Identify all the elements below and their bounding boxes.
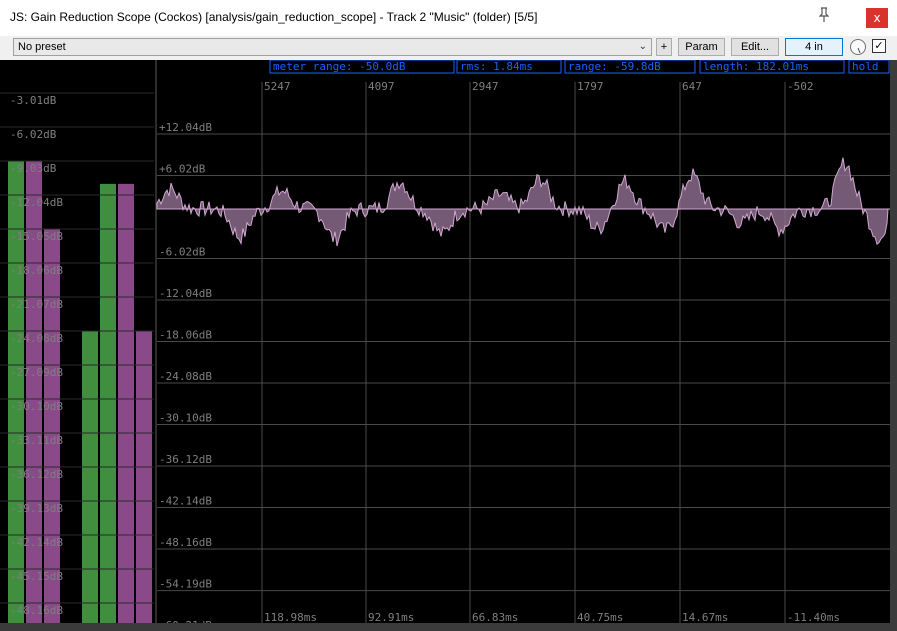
top-tick-label: 5247: [264, 80, 291, 93]
pin-icon[interactable]: [815, 6, 833, 24]
info-length: length: 182.01ms: [703, 60, 809, 73]
bottom-tick-label: 118.98ms: [264, 611, 317, 623]
bottom-tick-label: -11.40ms: [787, 611, 840, 623]
meter-scale-label: -15.05dB: [10, 230, 63, 243]
toolbar: No preset ⌄ + Param Edit... 4 in ✓: [0, 36, 897, 60]
info-meter_range: meter range: -50.0dB: [273, 60, 406, 73]
top-tick-label: 1797: [577, 80, 604, 93]
meter-bar-3: [44, 228, 60, 623]
plot-y-label: -30.10dB: [159, 412, 212, 425]
plot-y-label: +6.02dB: [159, 163, 206, 176]
top-tick-label: 2947: [472, 80, 499, 93]
meter-scale-label: -21.07dB: [10, 298, 63, 311]
meter-scale-label: -30.10dB: [10, 400, 63, 413]
gain-reduction-trace: [156, 157, 889, 247]
meter-scale-label: -36.12dB: [10, 468, 63, 481]
preset-dropdown[interactable]: No preset ⌄: [13, 38, 652, 56]
info-range: range: -59.8dB: [568, 60, 661, 73]
meter-scale-label: -18.06dB: [10, 264, 63, 277]
meter-bar-6: [118, 183, 134, 623]
preset-value: No preset: [18, 41, 66, 53]
right-edge: [890, 60, 897, 631]
bottom-tick-label: 66.83ms: [472, 611, 518, 623]
chevron-down-icon: ⌄: [638, 41, 647, 52]
meter-scale-label: -6.02dB: [10, 128, 57, 141]
bottom-tick-label: 14.67ms: [682, 611, 728, 623]
info-hold[interactable]: hold: [852, 60, 879, 73]
plot-y-label: -12.04dB: [159, 287, 212, 300]
io-button[interactable]: 4 in: [785, 38, 843, 56]
meter-bar-4: [82, 331, 98, 623]
add-preset-button[interactable]: +: [656, 38, 672, 56]
meter-bar-5: [100, 183, 116, 623]
plugin-window: JS: Gain Reduction Scope (Cockos) [analy…: [0, 0, 897, 631]
meter-scale-label: -45.15dB: [10, 570, 63, 583]
meter-scale-label: -39.13dB: [10, 502, 63, 515]
meter-scale-label: -27.09dB: [10, 366, 63, 379]
wet-knob[interactable]: [850, 39, 866, 55]
plot-y-label: -6.02dB: [159, 246, 206, 259]
plot-y-label: -18.06dB: [159, 329, 212, 342]
window-title: JS: Gain Reduction Scope (Cockos) [analy…: [10, 10, 538, 24]
bottom-tick-label: 40.75ms: [577, 611, 623, 623]
bottom-tick-label: 92.91ms: [368, 611, 414, 623]
top-tick-label: -502: [787, 80, 814, 93]
meter-scale-label: -33.11dB: [10, 434, 63, 447]
meter-scale-label: -24.08dB: [10, 332, 63, 345]
meter-scale-label: -9.03dB: [10, 162, 57, 175]
title-bar[interactable]: JS: Gain Reduction Scope (Cockos) [analy…: [0, 0, 897, 36]
meter-scale-label: -42.14dB: [10, 536, 63, 549]
meter-bar-7: [136, 331, 152, 623]
bypass-checkbox[interactable]: ✓: [872, 39, 886, 53]
plot-y-label: -36.12dB: [159, 453, 212, 466]
plot-y-label: -24.08dB: [159, 370, 212, 383]
plot-y-label: -54.19dB: [159, 578, 212, 591]
plot-y-label: -42.14dB: [159, 495, 212, 508]
info-rms: rms: 1.84ms: [460, 60, 533, 73]
plot-y-label: -48.16dB: [159, 536, 212, 549]
gain-reduction-scope: -3.01dB -6.02dB -9.03dB -12.04dB -15.05dB -18…: [0, 60, 890, 623]
param-button[interactable]: Param: [678, 38, 725, 56]
meter-scale-label: -3.01dB: [10, 94, 57, 107]
top-tick-label: 4097: [368, 80, 395, 93]
edit-button[interactable]: Edit...: [731, 38, 779, 56]
bottom-edge: [0, 623, 890, 631]
plot-y-label: +12.04dB: [159, 121, 212, 134]
close-button[interactable]: x: [866, 8, 888, 28]
scope-canvas: -3.01dB -6.02dB -9.03dB -12.04dB -15.05dB -18…: [0, 60, 890, 623]
meter-scale-label: -12.04dB: [10, 196, 63, 209]
top-tick-label: 647: [682, 80, 702, 93]
meter-scale-label: -48.16dB: [10, 604, 63, 617]
